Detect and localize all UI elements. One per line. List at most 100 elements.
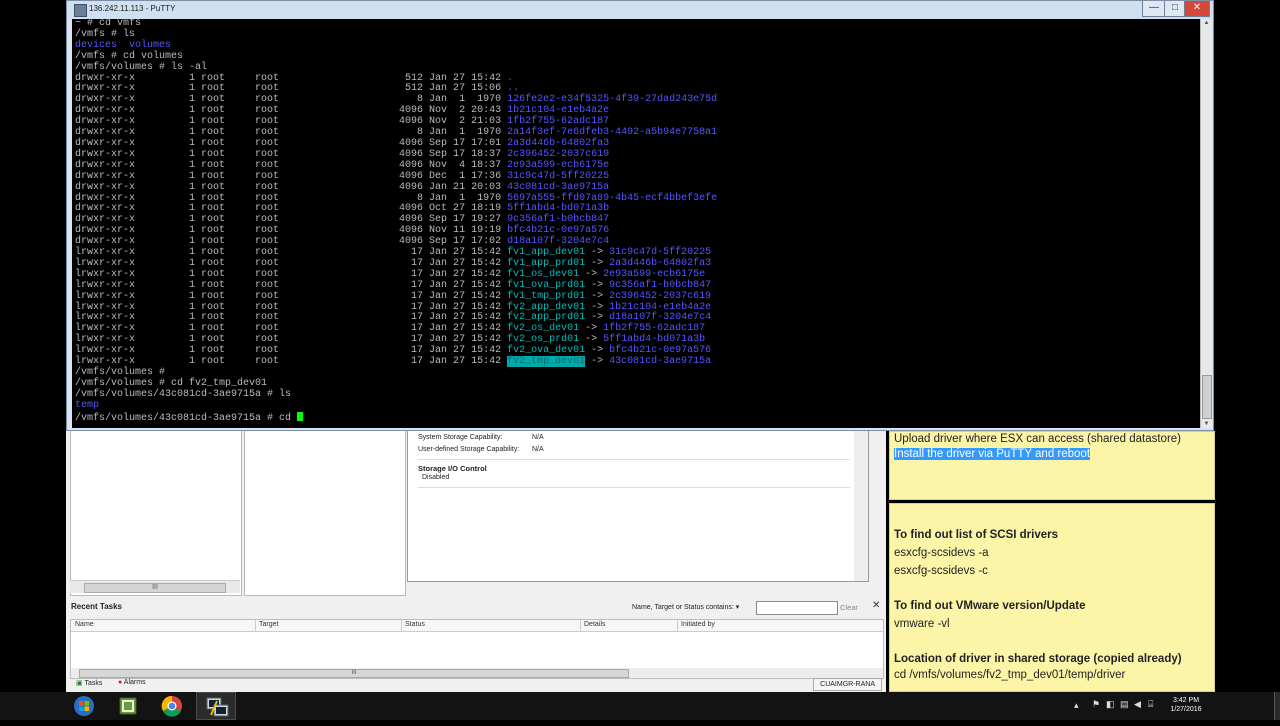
listing-row: lrwxr-xr-x 1 root root 17 Jan 27 15:42 f… (75, 301, 712, 313)
listing-row: drwxr-xr-x 1 root root 8 Jan 1 1970 2a14… (75, 127, 718, 139)
datastore-list-panel[interactable] (244, 430, 406, 596)
terminal-scrollbar[interactable]: ▲ ▼ (1200, 19, 1212, 428)
alarms-tab-label: Alarms (123, 679, 146, 686)
dir-name: 126fe2e2-e34f5325-4f39-27dad243e75d (507, 94, 718, 106)
putty-title-bar[interactable]: 136.242.11.113 - PuTTY — □ ✕ (67, 1, 1213, 19)
window-title: 136.242.11.113 - PuTTY (89, 4, 176, 13)
chrome-icon (161, 695, 182, 717)
show-desktop-button[interactable] (1274, 692, 1280, 720)
chrome-taskbar-button[interactable] (152, 692, 192, 720)
note-line-selected[interactable]: Install the driver via PuTTY and reboot (894, 448, 1091, 460)
dir-name: 2a14f3ef-7e6dfeb3-4492-a5b94e7758a1 (507, 127, 718, 139)
recent-tasks-filter-input[interactable] (756, 601, 838, 615)
column-header-initiated-by[interactable]: Initiated by (681, 621, 715, 628)
note-heading: To find out list of SCSI drivers (894, 529, 1058, 541)
clock-date: 1/27/2016 (1170, 706, 1202, 713)
prompt-line: /vmfs/volumes # (75, 367, 166, 378)
listing-row: drwxr-xr-x 1 root root 8 Jan 1 1970 126f… (75, 94, 718, 106)
inventory-horizontal-scrollbar[interactable]: III (70, 580, 240, 593)
system-storage-label: System Storage Capability: (418, 434, 503, 441)
listing-row: lrwxr-xr-x 1 root root 17 Jan 27 15:42 f… (75, 247, 712, 259)
column-separator[interactable] (401, 620, 402, 631)
symlink-name: fv1_app_prd01 (507, 257, 586, 269)
close-recent-tasks-icon[interactable]: ✕ (872, 600, 880, 611)
column-header-target[interactable]: Target (259, 621, 278, 628)
listing-row: lrwxr-xr-x 1 root root 17 Jan 27 15:42 f… (75, 257, 712, 269)
listing-row: lrwxr-xr-x 1 root root 17 Jan 27 15:42 f… (75, 279, 712, 291)
scroll-down-icon[interactable]: ▼ (1201, 421, 1212, 427)
inventory-tree-panel[interactable] (70, 430, 242, 596)
recent-tasks-table: Name Target Status Details Initiated by … (70, 619, 884, 679)
scrollbar-thumb[interactable]: III (79, 669, 629, 678)
column-header-details[interactable]: Details (584, 621, 605, 628)
sticky-note-commands[interactable]: To find out list of SCSI drivers esxcfg-… (889, 503, 1215, 692)
tasks-tab-label: Tasks (84, 680, 103, 687)
vsphere-taskbar-button[interactable] (108, 692, 148, 720)
terminal-area[interactable]: ~ # cd vmfs /vmfs # ls devices volumes /… (72, 19, 1202, 428)
column-header-name[interactable]: Name (75, 621, 94, 628)
vsphere-client-window: III System Storage Capability: N/A User-… (66, 428, 886, 692)
minimize-button[interactable]: — (1142, 1, 1166, 17)
putty-window[interactable]: 136.242.11.113 - PuTTY — □ ✕ ~ # cd vmfs… (66, 0, 1214, 431)
listing-row: drwxr-xr-x 1 root root 4096 Nov 4 18:37 … (75, 159, 610, 171)
network-alt-icon[interactable]: ⌸ (1148, 699, 1153, 710)
listing-row: drwxr-xr-x 1 root root 4096 Nov 11 19:19… (75, 225, 610, 237)
network-icon[interactable]: ▤ (1120, 699, 1129, 710)
volume-icon[interactable]: ◀ (1134, 699, 1141, 710)
show-hidden-icons-icon[interactable]: ▴ (1074, 700, 1079, 711)
symlink-target: 1fb2f755-62adc187 (603, 323, 706, 335)
directory-listing: drwxr-xr-x 1 root root 512 Jan 27 15:42 … (75, 73, 717, 368)
recent-tasks-horizontal-scrollbar[interactable]: III (71, 668, 883, 678)
listing-row: lrwxr-xr-x 1 root root 17 Jan 27 15:42 f… (75, 290, 712, 302)
symlink-name: fv2_os_prd01 (507, 334, 580, 346)
column-separator[interactable] (580, 620, 581, 631)
symlink-target: bfc4b21c-0e97a576 (609, 345, 712, 357)
taskbar: ▴ ⚑ ◧ ▤ ◀ ⌸ 3:42 PM 1/27/2016 (0, 692, 1280, 720)
note-heading: To find out VMware version/Update (894, 600, 1086, 612)
scrollbar-thumb[interactable]: III (84, 583, 226, 593)
listing-row: drwxr-xr-x 1 root root 4096 Sep 17 17:01… (75, 137, 610, 149)
update-icon[interactable]: ◧ (1106, 699, 1115, 710)
recent-tasks-filter-label[interactable]: Name, Target or Status contains: ▾ (632, 603, 739, 611)
dir-name: 2e93a599-ecb6175e (507, 159, 610, 171)
details-vertical-scrollbar[interactable] (854, 431, 868, 581)
dir-name: .. (507, 83, 520, 95)
symlink-target: 2e93a599-ecb6175e (603, 268, 706, 280)
listing-row: drwxr-xr-x 1 root root 4096 Nov 2 21:03 … (75, 116, 610, 128)
vsphere-client-icon (119, 697, 137, 715)
tasks-tab[interactable]: ▣ Tasks (76, 679, 102, 687)
column-separator[interactable] (677, 620, 678, 631)
note-line: esxcfg-scsidevs -a (894, 547, 989, 559)
column-header-status[interactable]: Status (405, 621, 425, 628)
maximize-button[interactable]: □ (1164, 1, 1186, 17)
sticky-note-upload[interactable]: Upload driver where ESX can access (shar… (889, 431, 1215, 500)
listing-row: drwxr-xr-x 1 root root 4096 Sep 17 17:02… (75, 236, 610, 248)
scrollbar-thumb[interactable] (1202, 375, 1212, 419)
listing-row: drwxr-xr-x 1 root root 512 Jan 27 15:06 … (75, 83, 520, 95)
symlink-target: 31c9c47d-5ff20225 (609, 247, 712, 259)
taskbar-clock[interactable]: 3:42 PM 1/27/2016 (1162, 696, 1210, 714)
listing-row: lrwxr-xr-x 1 root root 17 Jan 27 15:42 f… (75, 356, 712, 368)
column-separator[interactable] (255, 620, 256, 631)
note-heading: Location of driver in shared storage (co… (894, 653, 1182, 665)
dir-name: 43c081cd-3ae9715a (507, 181, 610, 193)
putty-taskbar-button[interactable] (196, 692, 236, 720)
flag-icon[interactable]: ⚑ (1092, 699, 1100, 710)
dir-name: . (507, 72, 514, 84)
dir-name: 5697a555-ffd07a89-4b45-ecf4bbef3efe (507, 192, 718, 204)
scroll-up-icon[interactable]: ▲ (1201, 20, 1212, 26)
listing-row: lrwxr-xr-x 1 root root 17 Jan 27 15:42 f… (75, 334, 706, 346)
terminal-output: ~ # cd vmfs /vmfs # ls devices volumes /… (72, 19, 1202, 425)
alarms-tab[interactable]: ● Alarms (118, 679, 146, 686)
symlink-target: d18a107f-3204e7c4 (609, 312, 712, 324)
storage-io-control-value: Disabled (422, 474, 450, 481)
user-storage-label: User-defined Storage Capability: (418, 446, 520, 453)
close-button[interactable]: ✕ (1184, 1, 1210, 17)
note-line: esxcfg-scsidevs -c (894, 565, 988, 577)
start-button[interactable] (64, 692, 104, 720)
symlink-target: 2a3d446b-64802fa3 (609, 257, 712, 269)
listing-row: drwxr-xr-x 1 root root 4096 Sep 17 19:27… (75, 214, 610, 226)
clear-filter-button[interactable]: Clear (840, 603, 858, 612)
divider (418, 487, 850, 488)
prompt-line: /vmfs # ls (75, 28, 136, 40)
